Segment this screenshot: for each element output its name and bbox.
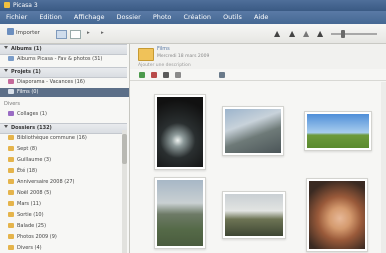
folder-icon <box>8 223 14 228</box>
menu-help[interactable]: Aide <box>254 13 268 21</box>
collapse-arrow-icon[interactable] <box>4 125 8 128</box>
view-timeline-button[interactable]: ▸ <box>84 28 93 39</box>
zoom-slider-knob[interactable] <box>341 30 345 38</box>
folder-icon <box>8 135 14 140</box>
upload-icon[interactable] <box>219 72 225 78</box>
sidebar-folder[interactable]: Noël 2008 (5) <box>0 189 129 198</box>
face-icon[interactable]: ▲ <box>300 28 312 39</box>
sidebar-scrollbar-thumb[interactable] <box>122 134 127 164</box>
main-pane: Films Mercredi 18 mars 2009 Ajouter une … <box>130 44 386 253</box>
sidebar-folder[interactable]: Été (18) <box>0 167 129 176</box>
photo-thumbnail[interactable] <box>154 94 206 170</box>
nav-next-button[interactable]: ▸ <box>98 28 107 39</box>
slideshow-icon <box>8 79 14 84</box>
geo-icon[interactable]: ▲ <box>314 28 326 39</box>
import-icon <box>7 28 14 35</box>
menu-bar: Fichier Edition Affichage Dossier Photo … <box>0 11 386 24</box>
import-label: Importer <box>16 30 40 36</box>
menu-file[interactable]: Fichier <box>6 13 27 21</box>
sidebar-folder[interactable]: Anniversaire 2008 (27) <box>0 178 129 187</box>
sidebar-item-films[interactable]: Films (0) <box>0 88 129 97</box>
view-library-button[interactable] <box>56 30 67 39</box>
sidebar-section-albums[interactable]: Albums (1) <box>0 44 127 55</box>
menu-photo[interactable]: Photo <box>153 13 172 21</box>
photo-green-field <box>307 114 369 148</box>
export-icon[interactable] <box>175 72 181 78</box>
photo-mountain-road <box>157 180 203 246</box>
folder-icon <box>8 179 14 184</box>
photo-landscape <box>225 194 283 236</box>
sidebar-section-folders[interactable]: Dossiers (132) <box>0 123 127 134</box>
folder-icon <box>8 201 14 206</box>
photo-dog <box>309 181 365 249</box>
album-icon <box>8 56 14 61</box>
collage-icon <box>8 111 14 116</box>
photo-thumbnail[interactable] <box>154 177 206 249</box>
sidebar-folder[interactable]: Balade (25) <box>0 222 129 231</box>
sidebar-folder[interactable]: Photos 2009 (9) <box>0 233 129 242</box>
sidebar-item-collages[interactable]: Collages (1) <box>0 110 129 119</box>
folder-icon <box>8 234 14 239</box>
album-title[interactable]: Films <box>157 46 217 52</box>
toolbar: Importer ▸ ▸ ▲ ▲ ▲ ▲ <box>0 24 386 44</box>
menu-create[interactable]: Création <box>183 13 211 21</box>
collapse-arrow-icon[interactable] <box>4 46 8 49</box>
sidebar-label-misc: Divers <box>4 101 20 107</box>
menu-edit[interactable]: Edition <box>39 13 62 21</box>
sidebar-folder[interactable]: Sept (8) <box>0 145 129 154</box>
main-scrollbar[interactable] <box>381 82 386 253</box>
sort-icon[interactable]: ▲ <box>271 28 283 39</box>
play-icon[interactable] <box>139 72 145 78</box>
sidebar-folder[interactable]: Divers (4) <box>0 244 129 253</box>
folder-icon <box>8 212 14 217</box>
window-titlebar: Picasa 3 <box>0 0 386 11</box>
album-date: Mercredi 18 mars 2009 <box>157 54 210 59</box>
sidebar-scrollbar[interactable] <box>122 130 127 253</box>
folder-icon <box>8 190 14 195</box>
sidebar-folder[interactable]: Bibliothèque commune (16) <box>0 134 129 143</box>
window-title: Picasa 3 <box>13 2 38 9</box>
sidebar-folder[interactable]: Sortie (10) <box>0 211 129 220</box>
sidebar: Albums (1) Albums Picasa - Fav & photos … <box>0 44 130 253</box>
sidebar-folder[interactable]: Guillaume (3) <box>0 156 129 165</box>
collapse-arrow-icon[interactable] <box>4 69 8 72</box>
import-button[interactable]: Importer <box>4 28 43 39</box>
menu-folder[interactable]: Dossier <box>117 13 141 21</box>
album-folder-icon <box>138 48 154 61</box>
zoom-slider[interactable] <box>331 30 377 38</box>
photo-dark-light <box>157 97 203 167</box>
sidebar-item-slideshow[interactable]: Diaporama - Vacances (16) <box>0 78 129 87</box>
photo-thumbnail[interactable] <box>304 111 372 151</box>
share-icon[interactable] <box>151 72 157 78</box>
folder-icon <box>8 168 14 173</box>
sidebar-item-album[interactable]: Albums Picasa - Fav & photos (31) <box>0 55 129 64</box>
album-description-link[interactable]: Ajouter une description <box>138 63 191 68</box>
folder-icon <box>8 157 14 162</box>
filter-icon[interactable]: ▲ <box>286 28 298 39</box>
view-edit-button[interactable] <box>70 30 81 39</box>
menu-view[interactable]: Affichage <box>74 13 105 21</box>
collage-button-icon[interactable] <box>163 72 169 78</box>
photo-thumbnail[interactable] <box>222 191 286 239</box>
album-action-bar <box>130 71 386 81</box>
folder-icon <box>8 146 14 151</box>
sidebar-folder[interactable]: Mars (11) <box>0 200 129 209</box>
app-icon <box>4 2 10 8</box>
film-icon <box>8 89 14 94</box>
menu-tools[interactable]: Outils <box>223 13 242 21</box>
photo-thumbnail[interactable] <box>306 178 368 252</box>
album-header: Films Mercredi 18 mars 2009 Ajouter une … <box>130 44 386 69</box>
sidebar-section-projects[interactable]: Projets (1) <box>0 67 127 78</box>
photo-sky-hill <box>225 109 281 153</box>
folder-icon <box>8 245 14 250</box>
photo-thumbnail[interactable] <box>222 106 284 156</box>
